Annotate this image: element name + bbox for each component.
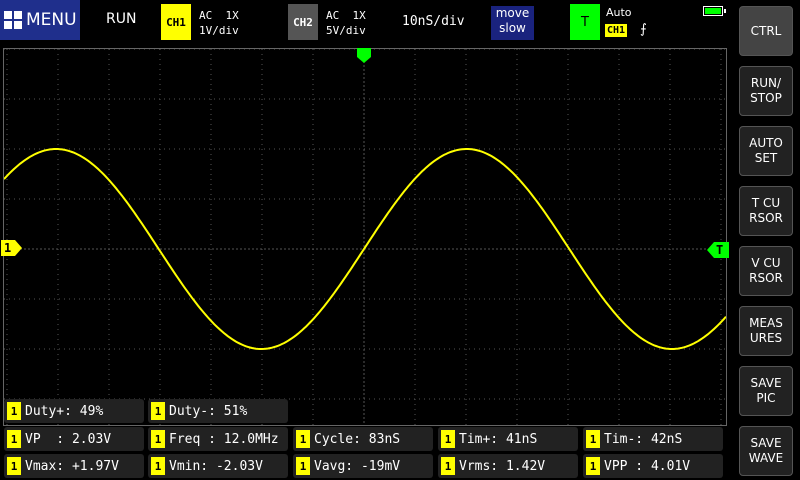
measurement-value: Vrms: 1.42V: [459, 458, 546, 474]
side-button-5[interactable]: MEAS URES: [739, 306, 793, 356]
measurement-value: VPP : 4.01V: [604, 458, 691, 474]
side-button-6[interactable]: SAVE PIC: [739, 366, 793, 416]
side-button-0[interactable]: CTRL: [739, 6, 793, 56]
ch1-coupling: AC 1X: [199, 9, 239, 22]
trigger-level-marker[interactable]: T: [707, 242, 729, 258]
ch2-info: AC 1X 5V/div: [326, 8, 366, 38]
measurement-value: Tim-: 42nS: [604, 431, 683, 447]
measurement-value: Cycle: 83nS: [314, 431, 401, 447]
measurement-channel-badge: 1: [7, 430, 21, 448]
measurement-channel-badge: 1: [151, 457, 165, 475]
measurement-value: Freq : 12.0MHz: [169, 431, 279, 447]
side-button-7[interactable]: SAVE WAVE: [739, 426, 793, 476]
side-button-3[interactable]: T CU RSOR: [739, 186, 793, 236]
measurement-cell: 1 Tim-: 42nS: [583, 427, 723, 451]
ch1-level-label: 1: [4, 241, 12, 255]
move-label: move: [495, 6, 530, 20]
waveform-display: [3, 48, 727, 426]
move-speed-button[interactable]: move slow: [491, 6, 534, 40]
measurement-cell: 1 Cycle: 83nS: [293, 427, 433, 451]
ch2-badge[interactable]: CH2: [288, 4, 318, 40]
battery-icon: [703, 6, 726, 16]
measurement-cell: 1 Freq : 12.0MHz: [148, 427, 288, 451]
measurement-cell: 1 Tim+: 41nS: [438, 427, 578, 451]
measurement-channel-badge: 1: [586, 430, 600, 448]
measurement-cell: 1 Duty+: 49%: [4, 399, 144, 423]
trigger-badge[interactable]: T: [570, 4, 600, 40]
measurement-channel-badge: 1: [586, 457, 600, 475]
rising-edge-icon: ⨍: [640, 22, 647, 37]
ch1-scale: 1V/div: [199, 24, 239, 37]
move-speed: slow: [499, 21, 526, 35]
ch2-coupling: AC 1X: [326, 9, 366, 22]
ch2-scale: 5V/div: [326, 24, 366, 37]
trigger-mode: Auto: [606, 6, 632, 19]
measurement-value: Vmax: +1.97V: [25, 458, 119, 474]
measurement-channel-badge: 1: [296, 430, 310, 448]
menu-button[interactable]: MENU: [0, 0, 80, 40]
trigger-source: CH1: [605, 24, 628, 37]
measurement-channel-badge: 1: [441, 457, 455, 475]
measurement-cell: 1 VP : 2.03V: [4, 427, 144, 451]
measurement-value: VP : 2.03V: [25, 431, 112, 447]
measurement-channel-badge: 1: [7, 402, 21, 420]
run-state: RUN: [106, 11, 137, 27]
scope-grid: [3, 48, 727, 425]
ch1-badge[interactable]: CH1: [161, 4, 191, 40]
side-button-4[interactable]: V CU RSOR: [739, 246, 793, 296]
measurement-cell: 1 Duty-: 51%: [148, 399, 288, 423]
trigger-position-marker[interactable]: [357, 48, 371, 64]
measurement-cell: 1 Vmax: +1.97V: [4, 454, 144, 478]
measurement-cell: 1 Vmin: -2.03V: [148, 454, 288, 478]
measurement-channel-badge: 1: [151, 430, 165, 448]
ch1-level-marker[interactable]: 1: [1, 240, 23, 256]
measurement-channel-badge: 1: [7, 457, 21, 475]
measurement-channel-badge: 1: [296, 457, 310, 475]
timebase[interactable]: 10nS/div: [402, 14, 465, 29]
menu-label: MENU: [26, 10, 77, 30]
measurement-cell: 1 Vavg: -19mV: [293, 454, 433, 478]
grid-icon: [4, 11, 22, 29]
trigger-level-label: T: [716, 243, 724, 257]
measurement-cell: 1 Vrms: 1.42V: [438, 454, 578, 478]
measurement-cell: 1 VPP : 4.01V: [583, 454, 723, 478]
side-button-1[interactable]: RUN/ STOP: [739, 66, 793, 116]
measurement-value: Tim+: 41nS: [459, 431, 538, 447]
battery-fill: [705, 8, 721, 14]
measurement-channel-badge: 1: [441, 430, 455, 448]
measurement-value: Vavg: -19mV: [314, 458, 401, 474]
ch1-info: AC 1X 1V/div: [199, 8, 239, 38]
side-button-2[interactable]: AUTO SET: [739, 126, 793, 176]
measurement-value: Vmin: -2.03V: [169, 458, 263, 474]
measurement-value: Duty-: 51%: [169, 403, 248, 419]
measurement-value: Duty+: 49%: [25, 403, 104, 419]
measurement-channel-badge: 1: [151, 402, 165, 420]
